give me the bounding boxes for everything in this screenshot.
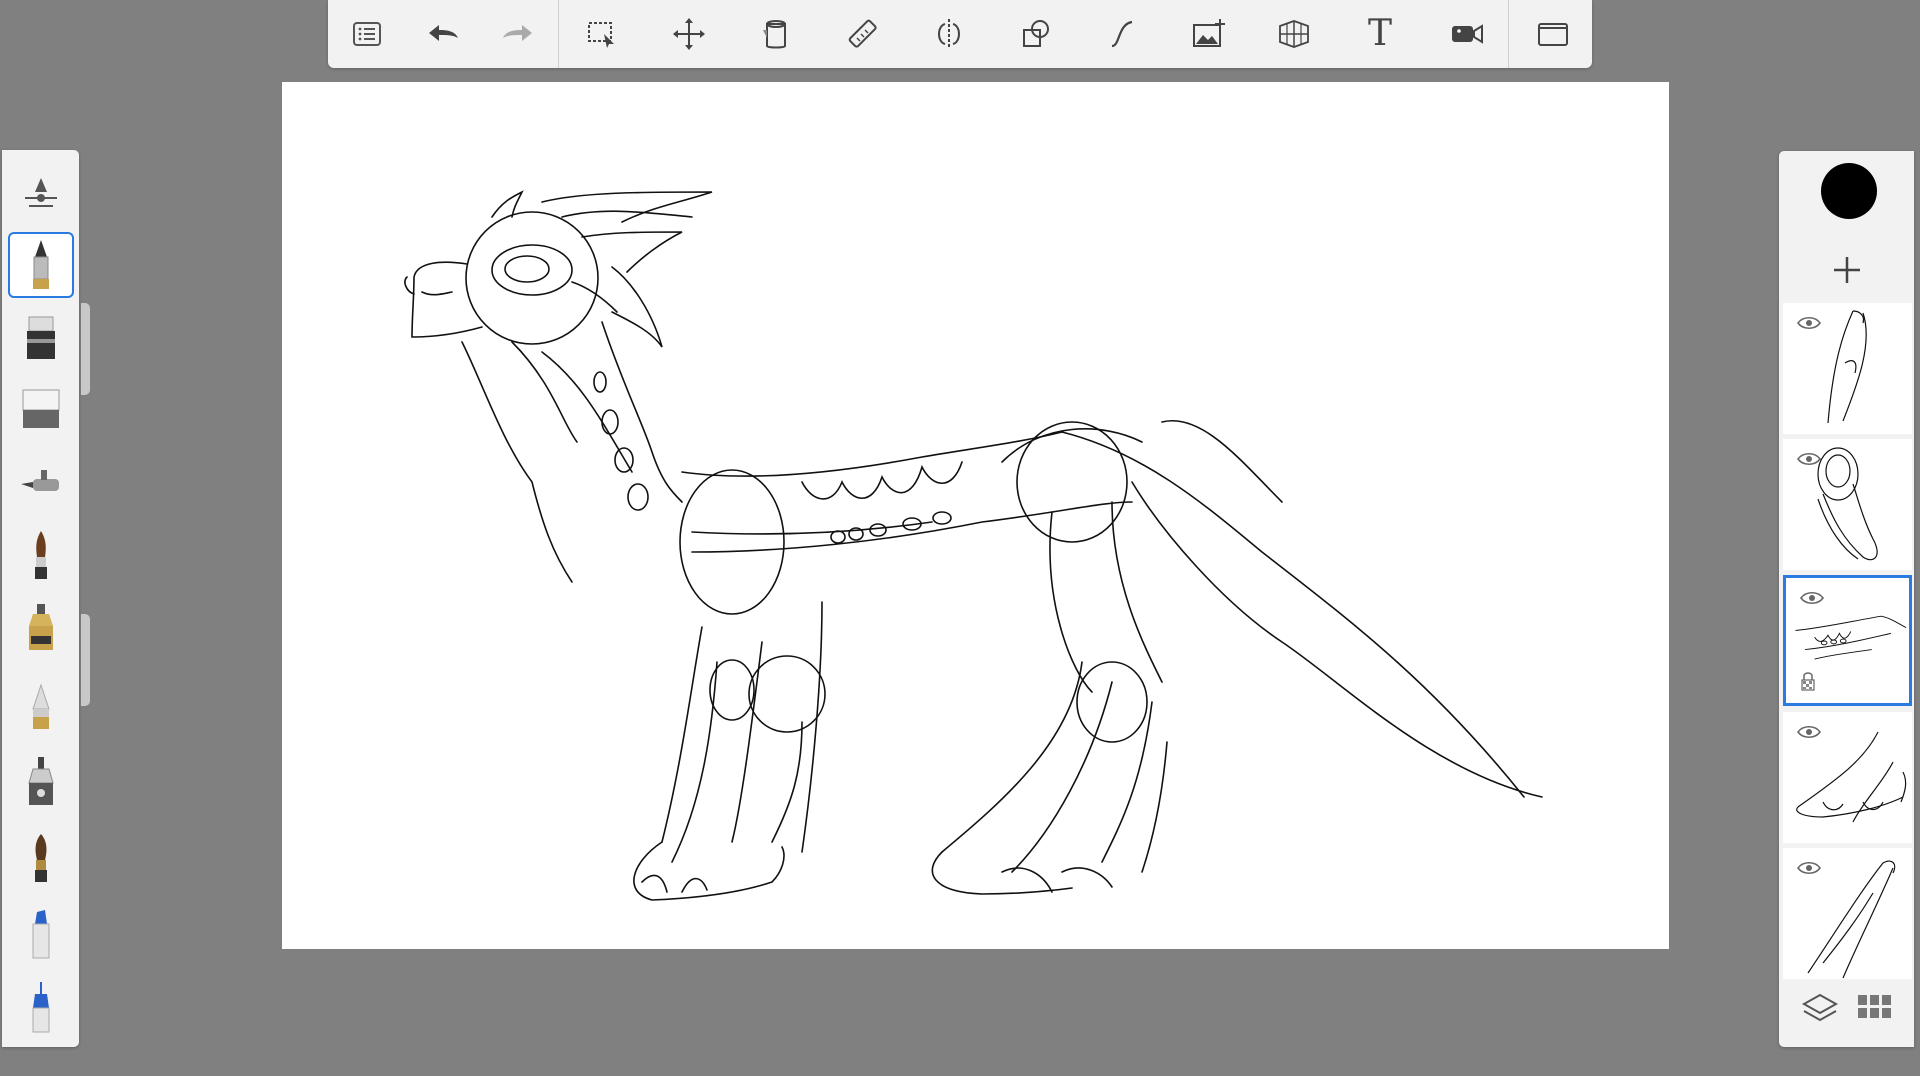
brush-palette-handle[interactable]: [81, 303, 90, 395]
plus-icon: [1834, 257, 1860, 283]
text-tool-label: T: [1367, 13, 1392, 54]
ballpoint-pen-icon[interactable]: [9, 751, 73, 815]
symmetry-icon[interactable]: [924, 10, 974, 58]
stroke-icon[interactable]: [1097, 10, 1147, 58]
pencil-brush-icon[interactable]: [8, 232, 74, 298]
highlighter-icon[interactable]: [9, 902, 73, 966]
menu-icon[interactable]: [342, 10, 392, 58]
top-toolbar: T: [328, 0, 1592, 68]
layers-stack-icon[interactable]: [1801, 991, 1839, 1025]
layer-2-thumbnail: [1817, 447, 1878, 561]
pastel-brush-icon[interactable]: [9, 675, 73, 739]
record-icon[interactable]: [1442, 10, 1492, 58]
lock-transparency-icon[interactable]: [1800, 670, 1816, 692]
layer-3[interactable]: [1783, 575, 1912, 706]
add-layer-button[interactable]: [1822, 245, 1872, 295]
ink-brush-icon[interactable]: [9, 826, 73, 890]
redo-icon[interactable]: [493, 10, 543, 58]
shapes-icon[interactable]: [1011, 10, 1061, 58]
drawing-canvas[interactable]: [282, 82, 1669, 949]
fill-icon[interactable]: [751, 10, 801, 58]
layer-panel-footer: [1779, 977, 1914, 1047]
add-image-icon[interactable]: [1183, 10, 1233, 58]
layer-2[interactable]: [1783, 439, 1912, 570]
color-puck[interactable]: [1821, 163, 1877, 219]
undo-icon[interactable]: [418, 10, 468, 58]
brush-palette-handle[interactable]: [81, 614, 90, 706]
layer-4[interactable]: [1783, 712, 1912, 843]
perspective-icon[interactable]: [1269, 10, 1319, 58]
ruler-icon[interactable]: [838, 10, 888, 58]
eraser-brush-icon[interactable]: [9, 376, 73, 440]
layer-5-thumbnail: [1807, 860, 1896, 979]
fullscreen-icon[interactable]: [1528, 10, 1578, 58]
brush-palette: [2, 150, 79, 1047]
layer-4-thumbnail: [1796, 731, 1907, 823]
selection-icon[interactable]: [577, 10, 627, 58]
fineliner-icon[interactable]: [9, 976, 73, 1040]
layer-1-thumbnail: [1827, 310, 1867, 424]
layer-5[interactable]: [1783, 848, 1912, 979]
layer-1[interactable]: [1783, 303, 1912, 434]
grid-icon[interactable]: [1857, 993, 1893, 1021]
brush-size-slider-icon[interactable]: [9, 160, 73, 224]
transform-icon[interactable]: [664, 10, 714, 58]
text-tool-icon[interactable]: T: [1355, 10, 1405, 58]
paintbrush-icon[interactable]: [9, 523, 73, 587]
toolbar-divider: [1508, 0, 1509, 68]
toolbar-divider: [558, 0, 559, 68]
chisel-brush-icon[interactable]: [9, 598, 73, 662]
dragon-sketch: [404, 190, 1543, 901]
airbrush-icon[interactable]: [9, 448, 73, 512]
layer-panel: [1779, 151, 1914, 1047]
marker-brush-icon[interactable]: [9, 305, 73, 369]
